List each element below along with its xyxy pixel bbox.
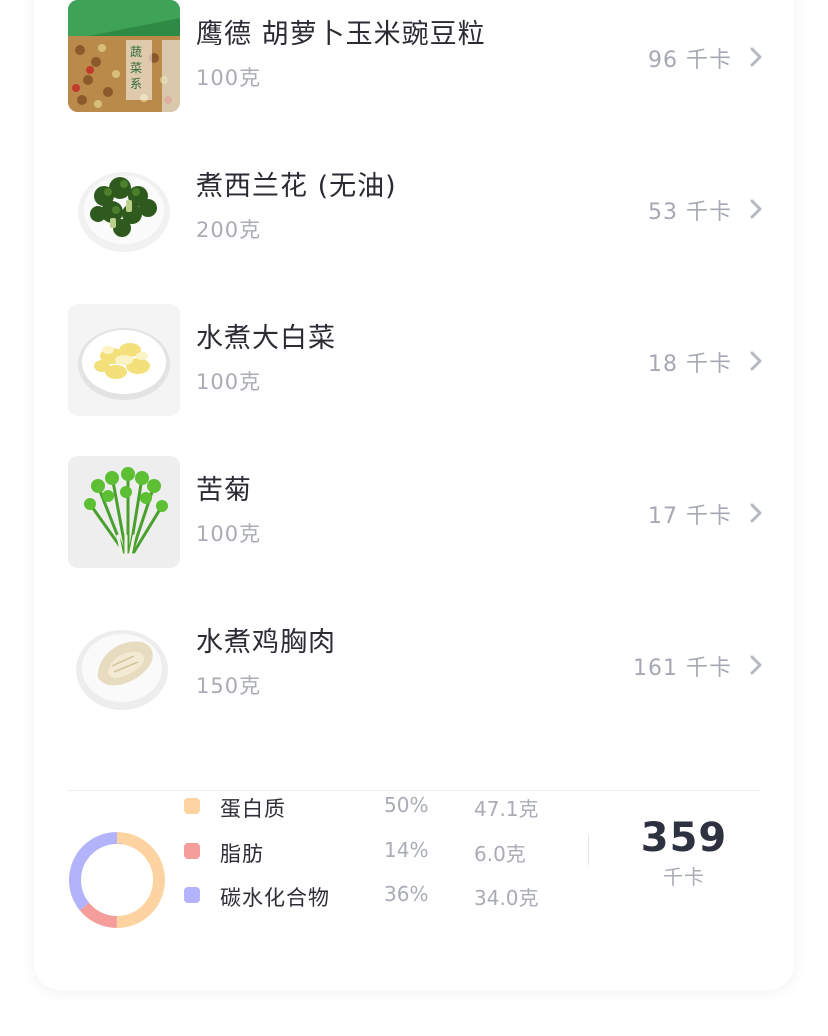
macro-grams: 34.0克 (474, 886, 539, 910)
food-name: 水煮鸡胸肉 (196, 627, 336, 658)
macro-color-dot (184, 843, 200, 859)
svg-text:系: 系 (130, 77, 142, 91)
chevron-right-icon (750, 503, 762, 523)
chevron-right-icon (750, 351, 762, 371)
food-item[interactable]: 煮西兰花 (无油) 200克 53 千卡 (34, 152, 794, 304)
food-calories: 96 千卡 (648, 48, 732, 73)
chicken-breast-plate-photo (68, 608, 180, 720)
svg-text:菜: 菜 (130, 61, 142, 75)
food-calories: 53 千卡 (648, 200, 732, 225)
food-amount: 100克 (196, 522, 262, 546)
endive-photo (68, 456, 180, 568)
macro-row-fat: 脂肪 14% 6.0克 (184, 836, 574, 866)
food-name: 水煮大白菜 (196, 323, 336, 354)
chevron-right-icon (750, 199, 762, 219)
macro-percent: 36% (384, 882, 429, 906)
food-item[interactable]: 水煮大白菜 100克 18 千卡 (34, 304, 794, 456)
macro-label: 碳水化合物 (220, 886, 330, 910)
food-calories: 161 千卡 (633, 656, 732, 681)
food-calories: 17 千卡 (648, 504, 732, 529)
summary-separator (588, 835, 589, 865)
cabbage-plate-photo (68, 304, 180, 416)
food-item[interactable]: 蔬菜系 鹰德 胡萝卜玉米豌豆粒 100克 96 千卡 (34, 0, 794, 152)
macro-donut-chart (69, 832, 165, 928)
food-name: 煮西兰花 (无油) (196, 171, 397, 202)
macro-color-dot (184, 887, 200, 903)
food-calories: 18 千卡 (648, 352, 732, 377)
food-amount: 100克 (196, 66, 262, 90)
meal-card: 蔬菜系 鹰德 胡萝卜玉米豌豆粒 100克 96 千卡 煮西兰花 (无油) 200… (34, 0, 794, 990)
food-amount: 100克 (196, 370, 262, 394)
total-calories: 359 (640, 815, 728, 861)
nutrition-summary: 蛋白质 50% 47.1克 脂肪 14% 6.0克 碳水化合物 36% 34.0… (34, 791, 794, 981)
macro-grams: 47.1克 (474, 797, 539, 821)
macro-percent: 14% (384, 838, 429, 862)
macro-row-protein: 蛋白质 50% 47.1克 (184, 791, 574, 821)
macro-label: 蛋白质 (220, 797, 286, 821)
food-amount: 150克 (196, 674, 262, 698)
food-item[interactable]: 水煮鸡胸肉 150克 161 千卡 (34, 608, 794, 760)
chevron-right-icon (750, 47, 762, 67)
food-item[interactable]: 苦菊 100克 17 千卡 (34, 456, 794, 608)
food-name: 鹰德 胡萝卜玉米豌豆粒 (196, 19, 486, 50)
food-name: 苦菊 (196, 475, 252, 506)
macro-row-carbs: 碳水化合物 36% 34.0克 (184, 880, 574, 910)
broccoli-plate-photo (68, 152, 180, 264)
frozen-vegetable-bag-photo: 蔬菜系 (68, 0, 180, 112)
macro-grams: 6.0克 (474, 842, 526, 866)
macro-percent: 50% (384, 793, 429, 817)
svg-text:蔬: 蔬 (130, 45, 142, 59)
macro-label: 脂肪 (220, 842, 264, 866)
food-list: 蔬菜系 鹰德 胡萝卜玉米豌豆粒 100克 96 千卡 煮西兰花 (无油) 200… (34, 0, 794, 760)
macro-color-dot (184, 798, 200, 814)
food-amount: 200克 (196, 218, 262, 242)
total-calories-unit: 千卡 (663, 865, 705, 889)
chevron-right-icon (750, 655, 762, 675)
